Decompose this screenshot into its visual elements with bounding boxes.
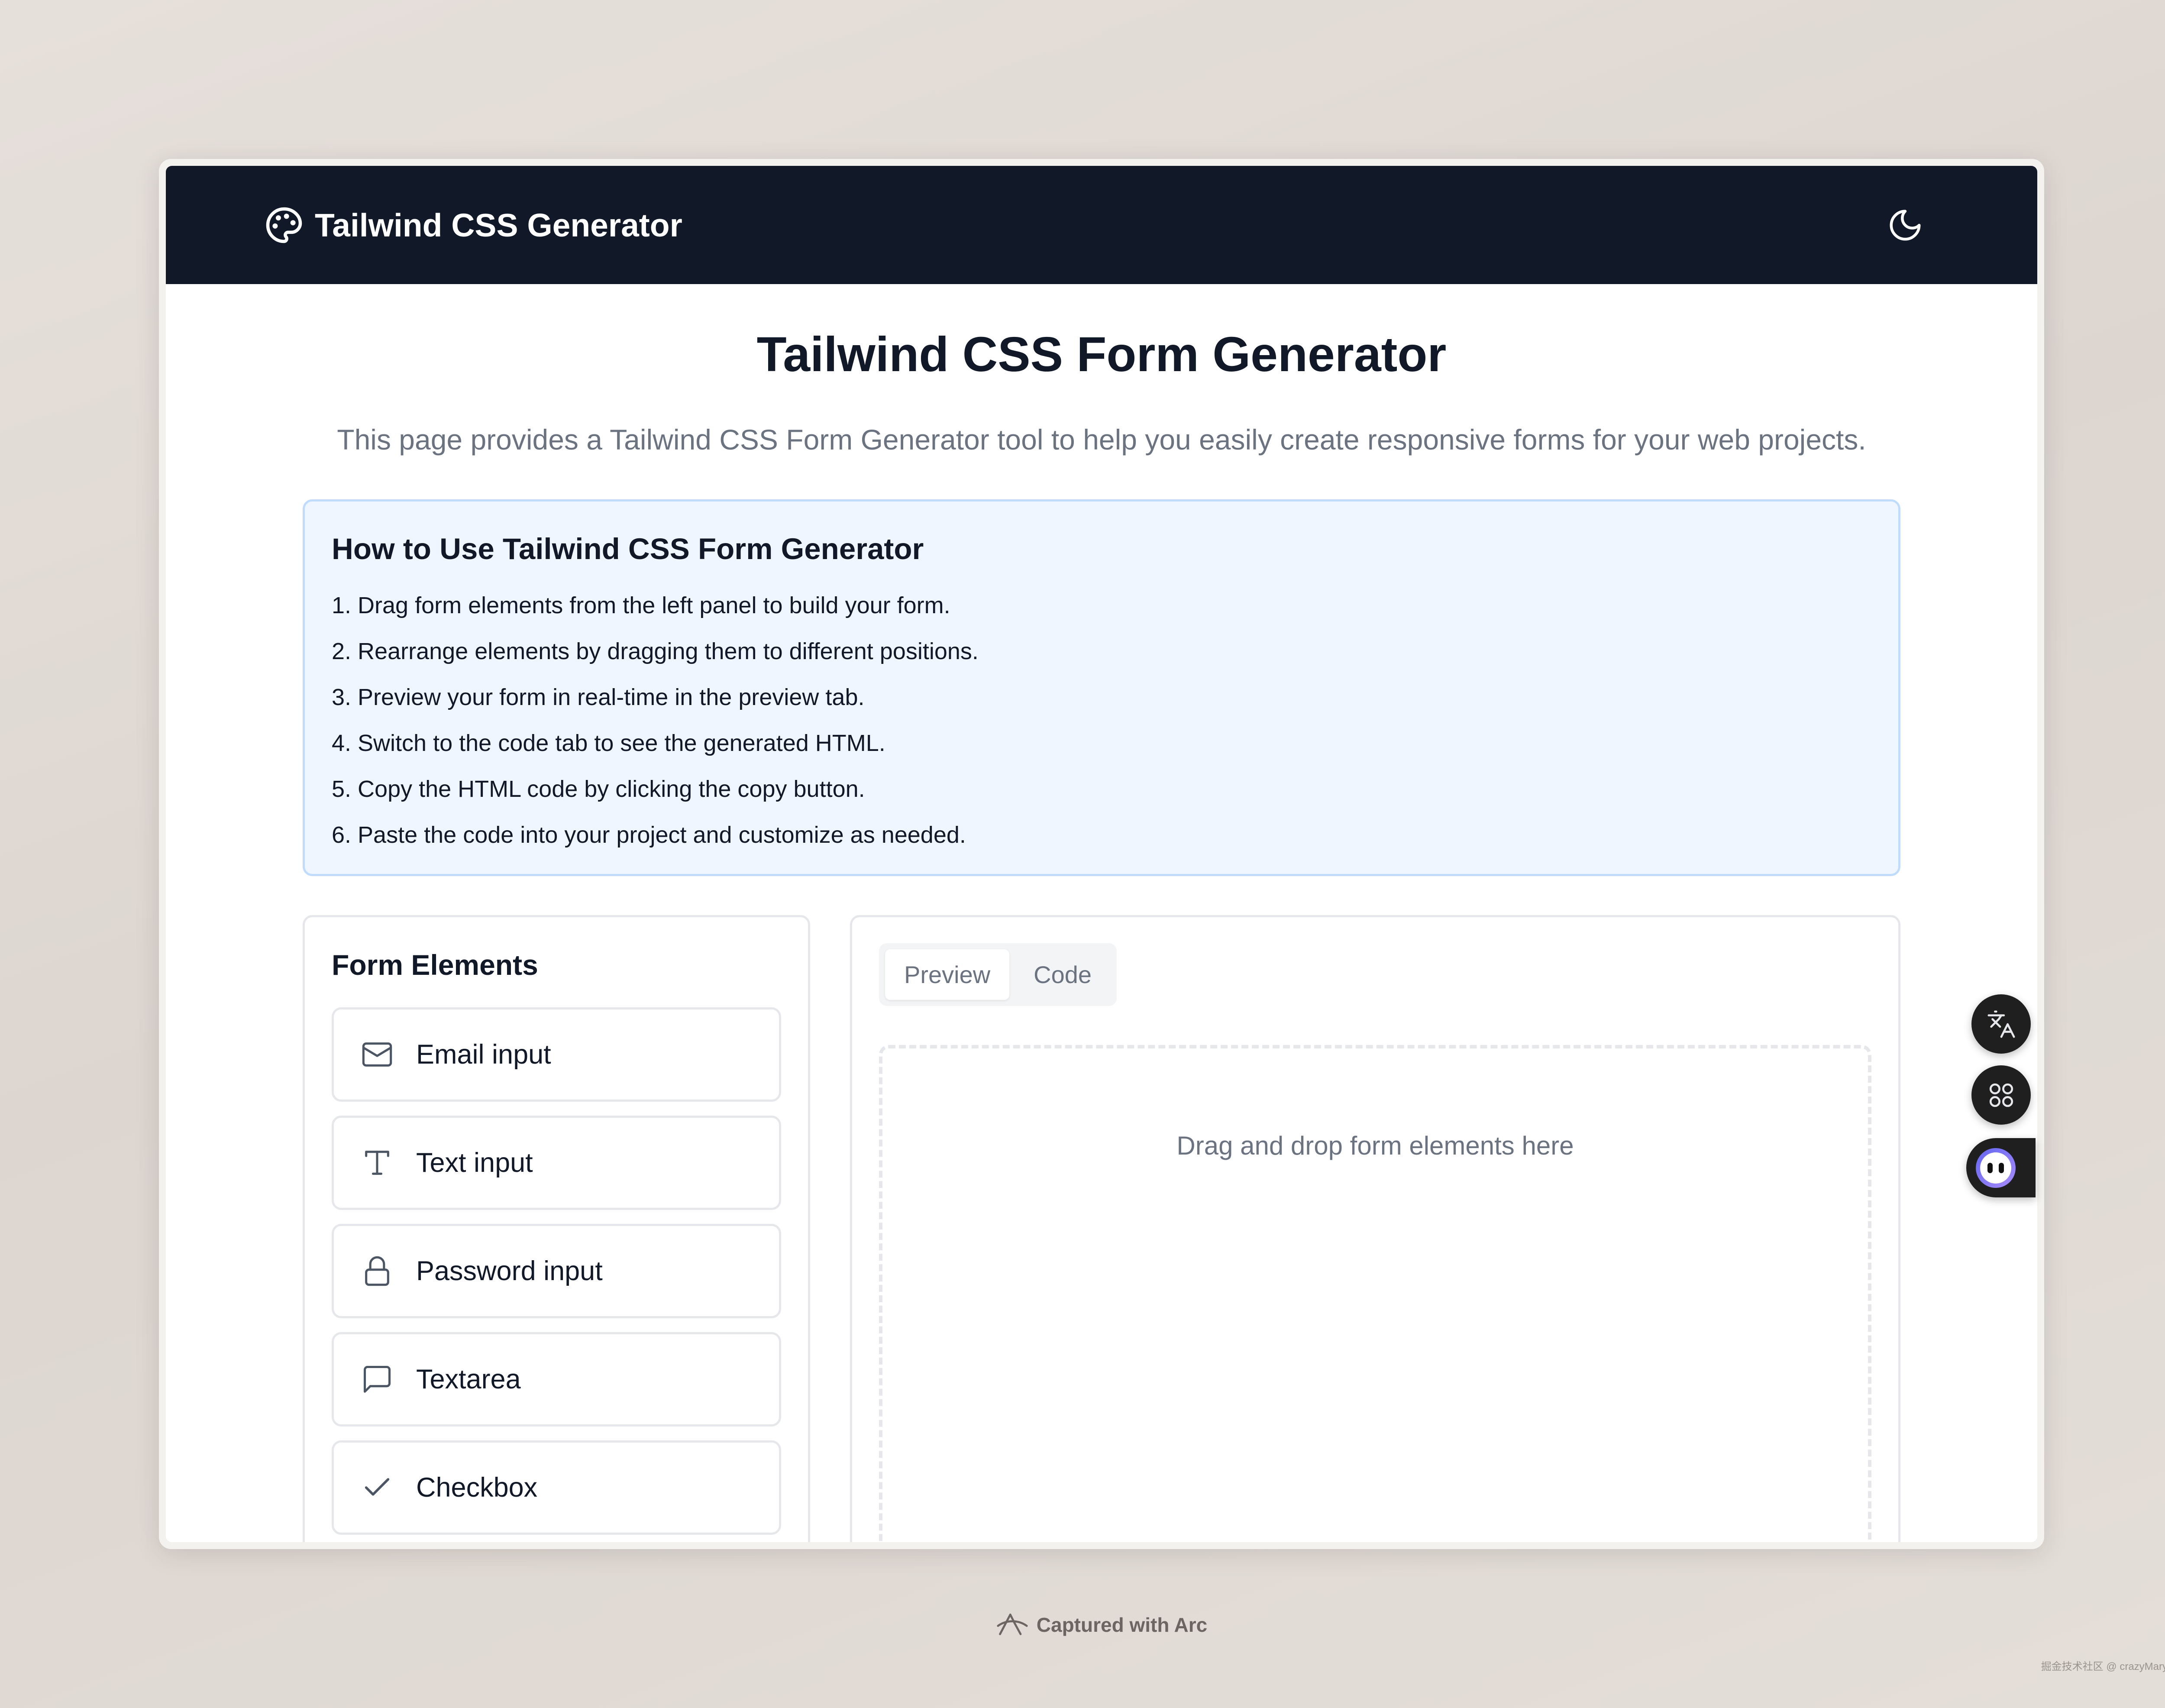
form-elements-title: Form Elements (332, 948, 538, 981)
message-square-icon (361, 1363, 394, 1396)
watermark: 掘金技术社区 @ crazyMary (2041, 1661, 2165, 1672)
editor-tabs: Preview Code (879, 943, 1117, 1006)
form-element-label: Password input (416, 1255, 603, 1286)
apps-button[interactable] (1971, 1065, 2031, 1125)
form-element-checkbox[interactable]: Checkbox (332, 1440, 781, 1535)
tab-preview[interactable]: Preview (885, 949, 1010, 1000)
how-to-step: 5. Copy the HTML code by clicking the co… (332, 776, 865, 802)
tab-code[interactable]: Code (1015, 949, 1111, 1000)
brand-title: Tailwind CSS Generator (315, 207, 682, 243)
page-title: Tailwind CSS Form Generator (756, 327, 1447, 382)
arc-logo-icon (996, 1611, 1029, 1639)
moon-icon (1887, 207, 1924, 244)
form-element-text[interactable]: Text input (332, 1115, 781, 1210)
builder-workspace: Form Elements Email input Text input Pas… (303, 915, 1900, 1542)
form-element-label: Email input (416, 1039, 551, 1070)
how-to-step: 4. Switch to the code tab to see the gen… (332, 730, 885, 756)
form-element-label: Textarea (416, 1364, 521, 1394)
how-to-panel: How to Use Tailwind CSS Form Generator 1… (303, 499, 1900, 876)
captured-text: Captured with Arc (1036, 1614, 1208, 1636)
assistant-avatar-icon (1976, 1148, 2016, 1188)
browser-window: Tailwind CSS Generator Tailwind CSS Form… (159, 159, 2044, 1549)
top-navbar: Tailwind CSS Generator (166, 166, 2037, 284)
theme-toggle-button[interactable] (1887, 207, 1924, 244)
how-to-step: 1. Drag form elements from the left pane… (332, 592, 950, 618)
how-to-step: 2. Rearrange elements by dragging them t… (332, 638, 979, 664)
editor-panel: Preview Code Drag and drop form elements… (850, 915, 1900, 1542)
page-viewport: Tailwind CSS Generator Tailwind CSS Form… (166, 166, 2037, 1542)
form-dropzone[interactable]: Drag and drop form elements here (879, 1045, 1871, 1542)
form-elements-panel: Form Elements Email input Text input Pas… (303, 915, 810, 1542)
text-type-icon (361, 1146, 394, 1179)
form-element-password[interactable]: Password input (332, 1223, 781, 1318)
capture-caption: Captured with Arc (0, 1611, 2165, 1639)
dropzone-text: Drag and drop form elements here (1176, 1131, 1574, 1160)
how-to-step: 6. Paste the code into your project and … (332, 822, 966, 848)
mail-icon (361, 1038, 394, 1071)
brand[interactable]: Tailwind CSS Generator (265, 206, 682, 245)
form-element-textarea[interactable]: Textarea (332, 1332, 781, 1427)
apps-grid-icon (1986, 1080, 2016, 1110)
how-to-step: 3. Preview your form in real-time in the… (332, 684, 865, 710)
form-element-email[interactable]: Email input (332, 1007, 781, 1102)
page-subtitle: This page provides a Tailwind CSS Form G… (337, 423, 1866, 456)
form-element-label: Text input (416, 1147, 533, 1178)
main-content: Tailwind CSS Form Generator This page pr… (303, 284, 1900, 1542)
form-element-label: Checkbox (416, 1472, 538, 1503)
how-to-steps: 1. Drag form elements from the left pane… (332, 582, 1872, 858)
assistant-button[interactable] (1966, 1138, 2036, 1197)
how-to-title: How to Use Tailwind CSS Form Generator (332, 532, 924, 566)
check-icon (361, 1471, 394, 1504)
translate-button[interactable] (1971, 994, 2031, 1054)
lock-icon (361, 1255, 394, 1287)
translate-icon (1986, 1009, 2016, 1039)
palette-icon (265, 206, 304, 245)
